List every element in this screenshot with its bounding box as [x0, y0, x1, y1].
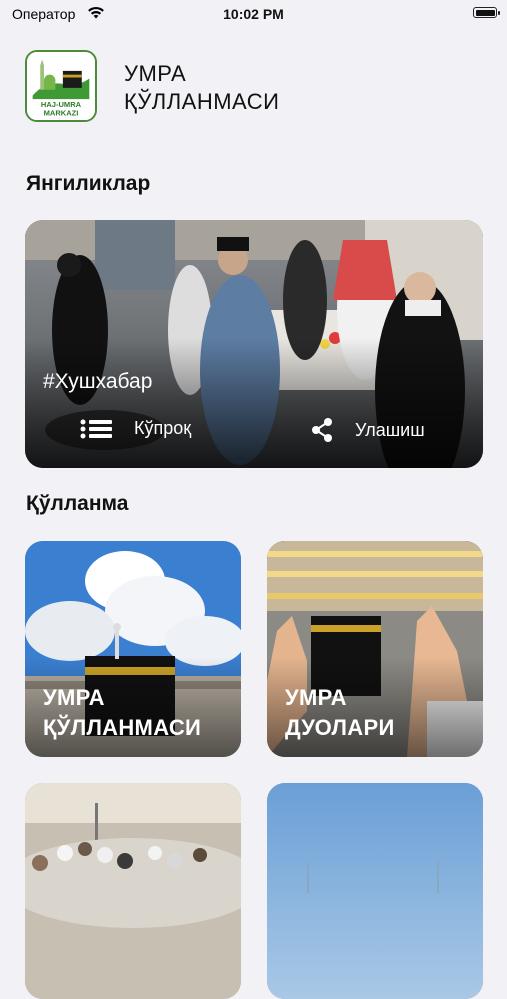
guide-tile-label-line2: ДУОЛАРИ [285, 715, 395, 740]
list-icon [80, 419, 112, 438]
guide-tile-umra-manual[interactable]: УМРА ҚЎЛЛАНМАСИ [25, 541, 241, 757]
news-tag: #Хушхабар [43, 370, 153, 393]
pilgrims-crowd-photo [25, 783, 241, 999]
guide-tile-label-line2: ҚЎЛЛАНМАСИ [43, 715, 202, 740]
app-title-line1: УМРА [124, 61, 187, 86]
news-section-title: Янгиликлар [26, 172, 151, 195]
guide-tile-label: УМРА ҚЎЛЛАНМАСИ [43, 683, 201, 743]
battery-icon [473, 7, 500, 18]
share-button[interactable]: Улашиш [311, 418, 425, 442]
app-logo: HAJ-UMRA MARKAZI [25, 50, 97, 122]
guide-tile-label: УМРА ДУОЛАРИ [285, 683, 395, 743]
guide-section-title: Қўлланма [26, 492, 129, 515]
guide-tile-4[interactable] [267, 783, 483, 999]
guide-tile-label-line1: УМРА [285, 685, 347, 710]
more-button-label: Кўпроқ [134, 418, 192, 438]
app-title: УМРА ҚЎЛЛАНМАСИ [124, 60, 279, 116]
more-button[interactable]: Кўпроқ [80, 418, 191, 439]
clock: 10:02 PM [223, 6, 284, 22]
share-button-label: Улашиш [355, 419, 425, 440]
status-bar: Оператор 10:02 PM [0, 0, 507, 30]
news-card[interactable]: #Хушхабар Кўпроқ Улашиш [25, 220, 483, 468]
guide-tile-umra-prayers[interactable]: УМРА ДУОЛАРИ [267, 541, 483, 757]
logo-text-2: MARKAZI [44, 108, 79, 117]
share-icon [312, 418, 332, 442]
guide-tile-3[interactable] [25, 783, 241, 999]
guide-tile-label-line1: УМРА [43, 685, 105, 710]
sky-photo [267, 783, 483, 999]
app-title-line2: ҚЎЛЛАНМАСИ [124, 89, 280, 114]
